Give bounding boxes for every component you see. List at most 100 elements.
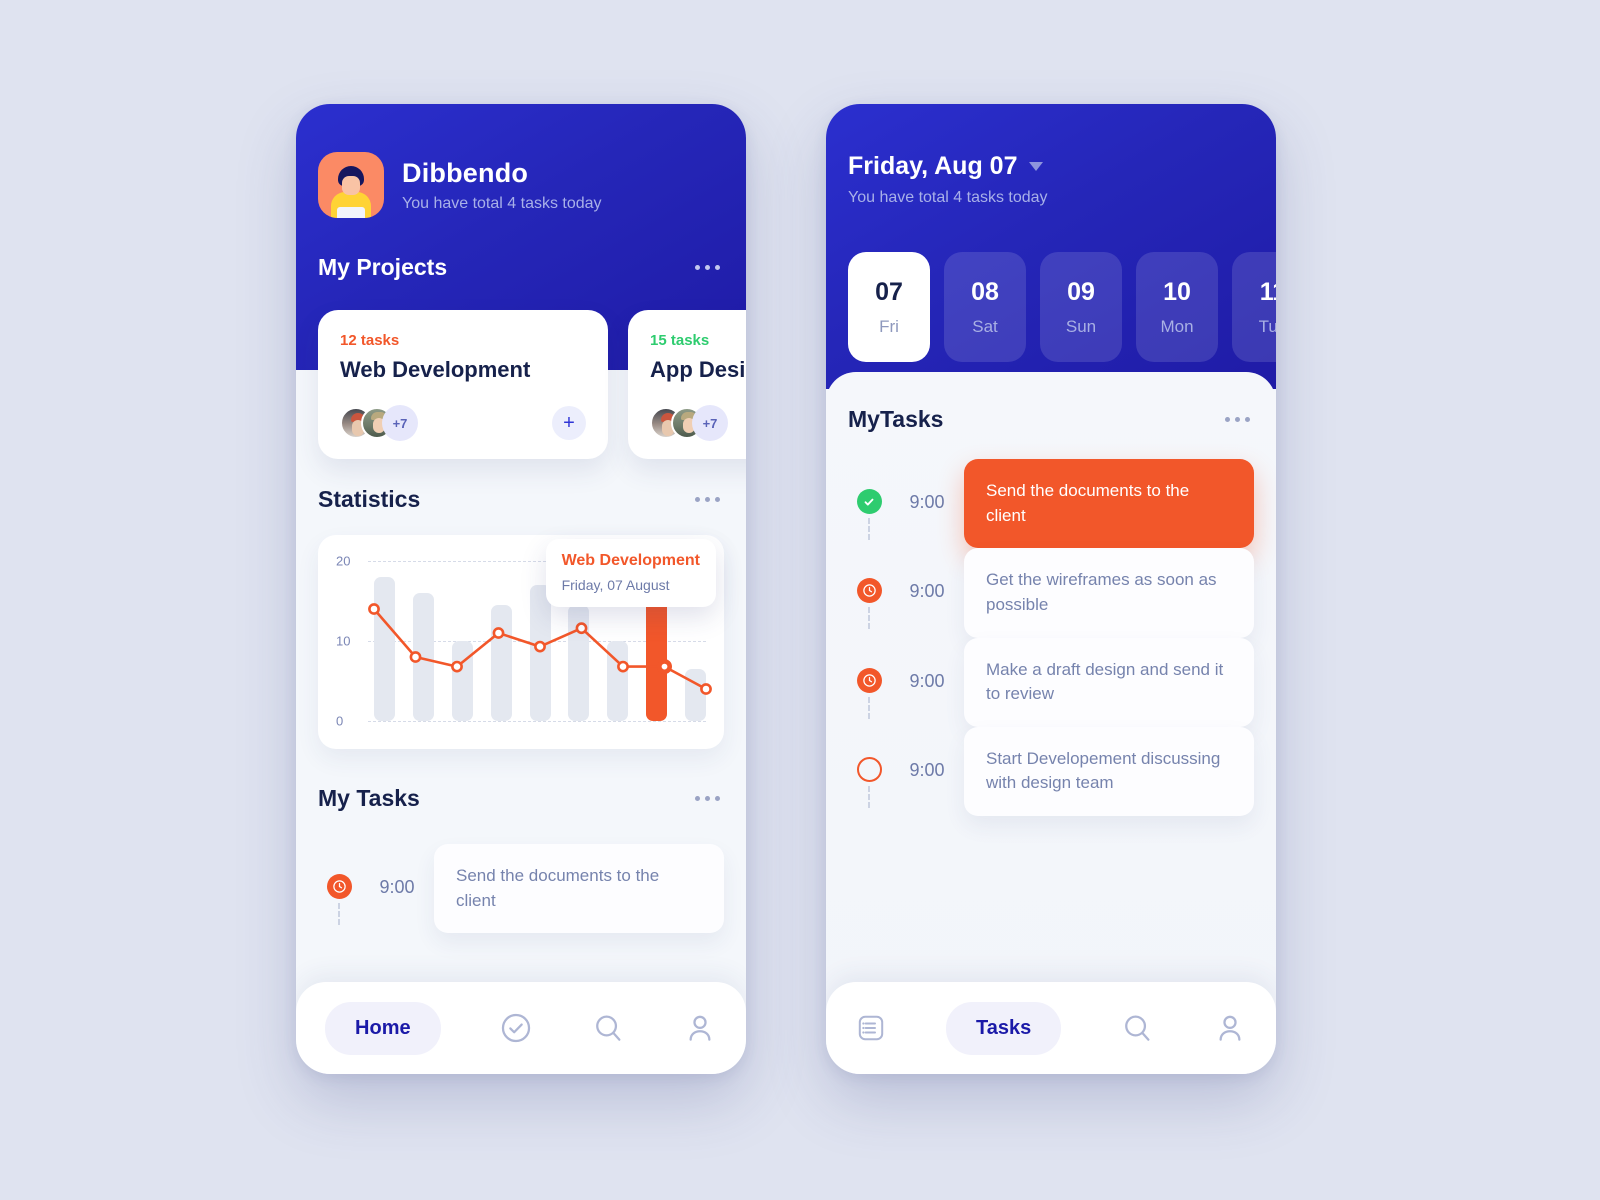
- chart-data-point[interactable]: [492, 627, 505, 639]
- person-icon[interactable]: [1213, 1011, 1247, 1045]
- avatar-stack: +7: [340, 405, 418, 441]
- date-title: Friday, Aug 07: [848, 152, 1018, 180]
- ellipsis-icon[interactable]: [695, 497, 720, 502]
- task-time: 9:00: [909, 670, 945, 691]
- phone-left: Dibbendo You have total 4 tasks today My…: [296, 104, 746, 1074]
- statistics-header: Statistics: [296, 486, 746, 513]
- chart-tooltip: Web Development Friday, 07 August: [545, 539, 716, 607]
- chart-data-point[interactable]: [368, 603, 380, 615]
- statistics-title: Statistics: [318, 486, 421, 512]
- timeline-connector: [338, 903, 340, 925]
- date-chip-day: 11: [1259, 277, 1276, 306]
- task-row[interactable]: 9:00 Get the wireframes as soon as possib…: [826, 548, 1276, 638]
- task-list: 9:00 Send the documents to the client: [296, 844, 746, 934]
- date-chip[interactable]: 11 Tue: [1232, 252, 1276, 362]
- task-timeline: [848, 638, 890, 723]
- project-task-count: 12 tasks: [340, 332, 400, 349]
- date-chip-day: 09: [1067, 277, 1095, 306]
- nav-home-button[interactable]: Home: [325, 1001, 441, 1055]
- date-chip-weekday: Sun: [1065, 316, 1097, 336]
- date-chip-day: 10: [1163, 277, 1191, 306]
- chart-data-point[interactable]: [700, 683, 712, 695]
- timeline-connector: [868, 696, 870, 719]
- task-timeline: [848, 727, 890, 812]
- add-member-button[interactable]: +: [552, 406, 586, 440]
- bottom-navigation: Home: [296, 982, 746, 1074]
- task-card[interactable]: Make a draft design and send it to revie…: [964, 637, 1254, 727]
- task-row[interactable]: 9:00 Make a draft design and send it to r…: [826, 637, 1276, 727]
- nav-tasks-button[interactable]: Tasks: [946, 1001, 1062, 1055]
- date-chip[interactable]: 07 Fri: [848, 252, 930, 362]
- chart-data-point[interactable]: [617, 660, 629, 673]
- projects-carousel[interactable]: 12 tasks Web Development +7 + 15 tasks A…: [296, 310, 746, 459]
- chart-tooltip-subtitle: Friday, 07 August: [561, 577, 670, 593]
- tasks-sheet: MyTasks 9:00 Send the documents to the cl…: [826, 372, 1276, 1074]
- task-timeline: [318, 844, 360, 929]
- project-card[interactable]: 15 tasks App Design +7 +: [628, 310, 746, 459]
- task-card[interactable]: Get the wireframes as soon as possible: [964, 548, 1254, 638]
- date-chip-weekday: Sat: [972, 316, 998, 336]
- date-selector[interactable]: 07 Fri 08 Sat 09 Sun 10 Mon 11 Tue: [848, 252, 1276, 362]
- task-status-clock-icon[interactable]: [856, 667, 882, 693]
- task-row[interactable]: 9:00 Start Developement discussing with d…: [826, 726, 1276, 817]
- task-status-pending-icon[interactable]: [856, 756, 882, 782]
- date-chip[interactable]: 09 Sun: [1040, 252, 1122, 362]
- my-projects-title: My Projects: [318, 254, 448, 280]
- screen: Dibbendo You have total 4 tasks today My…: [0, 0, 1600, 1200]
- task-card[interactable]: Send the documents to the client: [964, 459, 1254, 549]
- ellipsis-icon[interactable]: [695, 265, 720, 270]
- date-chip-weekday: Tue: [1258, 316, 1276, 336]
- project-card[interactable]: 12 tasks Web Development +7 +: [318, 310, 608, 459]
- date-chip[interactable]: 10 Mon: [1136, 252, 1218, 362]
- timeline-connector: [868, 607, 870, 630]
- project-name: App Design: [650, 357, 746, 382]
- bottom-navigation: Tasks: [826, 982, 1276, 1074]
- date-chip-weekday: Fri: [879, 316, 899, 336]
- task-row[interactable]: 9:00 Send the documents to the client: [296, 844, 746, 934]
- search-icon[interactable]: [591, 1011, 625, 1045]
- statistics-chart[interactable]: 0 10 20 Web Development Friday, 07 August: [318, 535, 724, 749]
- profile-row: Dibbendo You have total 4 tasks today: [296, 104, 746, 218]
- chart-tooltip-title: Web Development: [561, 552, 700, 569]
- chart-data-point[interactable]: [656, 659, 672, 675]
- task-time: 9:00: [909, 581, 945, 602]
- check-circle-icon[interactable]: [499, 1011, 533, 1045]
- my-projects-header: My Projects: [296, 218, 746, 281]
- avatar-overflow-badge: +7: [692, 405, 728, 441]
- profile-name: Dibbendo: [402, 157, 529, 188]
- task-time: 9:00: [379, 877, 415, 897]
- phone-right: Friday, Aug 07 You have total 4 tasks to…: [826, 104, 1276, 1074]
- timeline-connector: [868, 518, 870, 540]
- chart-data-point[interactable]: [534, 640, 546, 653]
- task-status-clock-icon[interactable]: [856, 578, 882, 604]
- chart-data-point[interactable]: [451, 660, 463, 673]
- task-card[interactable]: Start Developement discussing with desig…: [964, 726, 1254, 817]
- task-time: 9:00: [909, 492, 945, 512]
- mytasks-title: MyTasks: [848, 406, 944, 432]
- task-timeline: [848, 459, 890, 544]
- avatar-stack: +7: [650, 405, 728, 441]
- tasks-count-subtitle: You have total 4 tasks today: [848, 189, 1048, 206]
- project-name: Web Development: [340, 357, 531, 382]
- task-time: 9:00: [909, 759, 945, 780]
- ellipsis-icon[interactable]: [695, 796, 720, 801]
- date-title-row[interactable]: Friday, Aug 07: [848, 152, 1276, 181]
- task-status-clock-icon[interactable]: [326, 874, 352, 899]
- person-illustration-avatar: [318, 152, 384, 218]
- mytasks-header: MyTasks: [826, 406, 1276, 433]
- date-chip-day: 08: [971, 277, 999, 306]
- chart-data-point[interactable]: [575, 622, 588, 635]
- chevron-down-icon[interactable]: [1029, 162, 1044, 171]
- task-status-done-icon[interactable]: [856, 489, 882, 514]
- task-list: 9:00 Send the documents to the client 9:00…: [826, 459, 1276, 817]
- date-chip[interactable]: 08 Sat: [944, 252, 1026, 362]
- ellipsis-icon[interactable]: [1225, 417, 1250, 422]
- list-icon[interactable]: [855, 1012, 887, 1044]
- chart-data-point[interactable]: [409, 651, 422, 663]
- person-icon[interactable]: [683, 1011, 717, 1045]
- my-tasks-header: My Tasks: [296, 785, 746, 812]
- task-card[interactable]: Send the documents to the client: [434, 844, 724, 934]
- task-row[interactable]: 9:00 Send the documents to the client: [826, 459, 1276, 549]
- search-icon[interactable]: [1120, 1011, 1154, 1045]
- my-tasks-title: My Tasks: [318, 785, 420, 811]
